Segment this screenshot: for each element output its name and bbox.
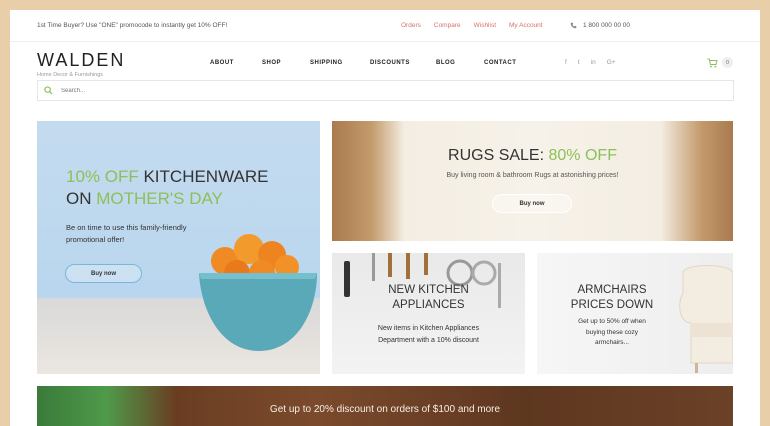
rugs-banner[interactable]: RUGS SALE: 80% OFF Buy living room & bat…	[332, 121, 733, 241]
appliances-banner[interactable]: NEW KITCHEN APPLIANCES New items in Kitc…	[332, 253, 525, 374]
kitchenware-title-rest: KITCHENWARE	[138, 167, 269, 186]
armchairs-text: Get up to 50% off when buying these cozy…	[537, 317, 687, 349]
appliances-text-line1: New items in Kitchen Appliances	[377, 325, 480, 332]
appliances-text: New items in Kitchen Appliances Departme…	[332, 323, 525, 347]
promo-text: 1st Time Buyer? Use "ONE" promocode to i…	[37, 22, 228, 29]
phone-icon	[570, 22, 577, 29]
search-icon[interactable]	[44, 86, 53, 95]
instagram-icon[interactable]: in	[591, 59, 596, 66]
discount-banner-text: Get up to 20% discount on orders of $100…	[269, 404, 501, 415]
twitter-icon[interactable]: t	[578, 59, 580, 66]
logo[interactable]: WALDEN Home Decor & Furnishings	[37, 50, 125, 78]
appliances-title: NEW KITCHEN APPLIANCES	[332, 283, 525, 313]
appliances-title-line2: APPLIANCES	[392, 299, 465, 311]
top-links: Orders Compare Wishlist My Account	[401, 22, 543, 29]
armchairs-banner[interactable]: ARMCHAIRS PRICES DOWN Get up to 50% off …	[537, 253, 733, 374]
kitchenware-title-accent: 10% OFF	[66, 167, 139, 186]
discount-banner[interactable]: Get up to 20% discount on orders of $100…	[37, 386, 733, 426]
phone-number: 1 800 000 00 00	[583, 22, 630, 29]
social-links: f t in G+	[565, 59, 616, 66]
logo-title: WALDEN	[37, 50, 126, 70]
top-bar: 1st Time Buyer? Use "ONE" promocode to i…	[10, 10, 760, 42]
appliances-title-line1: NEW KITCHEN	[388, 284, 469, 296]
my-account-link[interactable]: My Account	[509, 22, 543, 29]
page: 1st Time Buyer? Use "ONE" promocode to i…	[10, 10, 760, 426]
compare-link[interactable]: Compare	[434, 22, 461, 29]
search-bar	[37, 80, 734, 101]
rugs-title: RUGS SALE: 80% OFF	[332, 147, 733, 165]
kitchenware-title-accent-2: MOTHER'S DAY	[96, 189, 223, 208]
logo-subtitle: Home Decor & Furnishings	[37, 72, 104, 78]
nav-contact[interactable]: CONTACT	[484, 60, 516, 66]
kitchenware-text: Be on time to use this family-friendly p…	[66, 223, 187, 244]
nav-discounts[interactable]: DISCOUNTS	[370, 60, 409, 66]
armchairs-text-line1: Get up to 50% off when	[578, 318, 646, 325]
armchairs-title-line2: PRICES DOWN	[570, 299, 654, 311]
rugs-buy-button[interactable]: Buy now	[492, 194, 572, 213]
nav-shop[interactable]: SHOP	[262, 60, 281, 66]
cart-icon	[707, 58, 718, 67]
orders-link[interactable]: Orders	[401, 22, 421, 29]
kitchenware-banner[interactable]: 10% OFF KITCHENWARE ON MOTHER'S DAY Be o…	[37, 121, 320, 374]
rugs-title-prefix: RUGS SALE:	[448, 147, 549, 164]
kitchenware-title-prefix: ON	[66, 189, 97, 208]
appliances-text-line2: Department with a 10% discount	[378, 337, 479, 344]
search-input[interactable]	[61, 87, 661, 94]
kitchenware-title: 10% OFF KITCHENWARE ON MOTHER'S DAY	[66, 166, 268, 210]
wishlist-link[interactable]: Wishlist	[474, 22, 496, 29]
google-plus-icon[interactable]: G+	[607, 59, 616, 66]
cart-count-badge: 0	[722, 57, 733, 68]
facebook-icon[interactable]: f	[565, 59, 567, 66]
nav-blog[interactable]: BLOG	[436, 60, 455, 66]
armchairs-title: ARMCHAIRS PRICES DOWN	[537, 283, 687, 313]
cart[interactable]: 0	[707, 57, 733, 68]
armchairs-title-line1: ARMCHAIRS	[577, 284, 647, 296]
nav-about[interactable]: ABOUT	[210, 60, 233, 66]
armchairs-text-line3: armchairs...	[595, 339, 629, 346]
main-nav: ABOUT SHOP SHIPPING DISCOUNTS BLOG CONTA…	[210, 60, 516, 66]
kitchenware-buy-button[interactable]: Buy now	[65, 264, 142, 283]
rugs-title-accent: 80% OFF	[548, 147, 617, 164]
rugs-text: Buy living room & bathroom Rugs at aston…	[446, 172, 619, 179]
armchairs-text-line2: buying these cozy	[585, 328, 639, 336]
nav-shipping[interactable]: SHIPPING	[310, 60, 342, 66]
phone-contact: 1 800 000 00 00	[570, 22, 630, 29]
